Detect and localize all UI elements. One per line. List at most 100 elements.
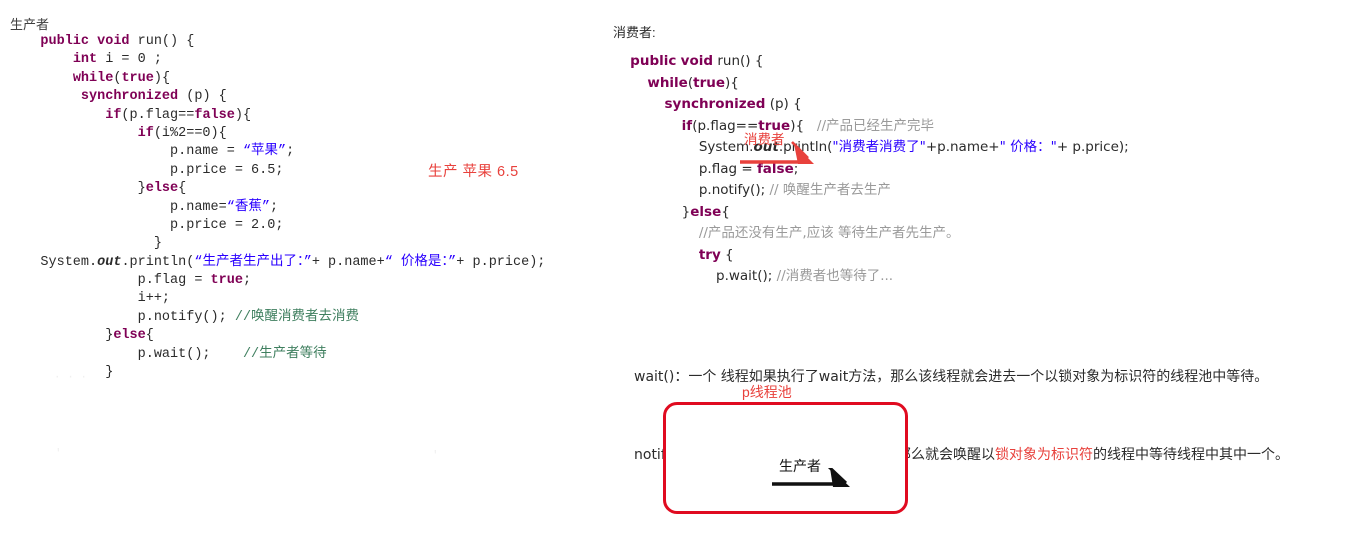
code-line: p.flag = true; [8, 272, 545, 290]
code-token: while [72, 70, 114, 86]
code-line: p.flag = false; [613, 159, 1129, 181]
code-line: i++; [8, 290, 545, 308]
code-token: ; [269, 199, 279, 215]
code-line: System.out.println("消费者消费了"+p.name+" 价格：… [613, 137, 1129, 159]
code-token: } [137, 181, 146, 197]
code-token: if [105, 107, 122, 123]
code-token: } [153, 236, 162, 252]
code-token: + p.name+ [311, 254, 385, 270]
code-token: “ 价格是：” [384, 254, 457, 270]
code-token: " 价格：" [999, 139, 1057, 155]
code-token: if [681, 117, 693, 134]
code-token: System. [40, 254, 98, 270]
code-token: if [137, 125, 154, 141]
code-token: (p) { [765, 96, 802, 112]
produce-annotation: 生产 苹果 6.5 [428, 164, 519, 180]
ellipsis-marker: · · · [54, 372, 88, 384]
code-token: p.notify(); [137, 309, 235, 325]
producer-section-title: 生产者 [10, 17, 50, 32]
code-token: i++; [137, 291, 171, 307]
code-token: //产品还没有生产,应该 等待生产者先生产。 [698, 225, 960, 241]
code-line: p.name=“香蕉”; [8, 199, 545, 217]
code-token: ; [242, 273, 252, 289]
code-token: else [113, 328, 146, 344]
code-token: int [72, 52, 98, 68]
code-token: p.flag = [137, 273, 211, 289]
code-line: p.wait(); //生产者等待 [8, 346, 545, 364]
code-token: { [178, 181, 187, 197]
code-token: true [121, 70, 154, 86]
code-token: void [97, 34, 130, 49]
code-line: System.out.println(“生产者生产出了：”+ p.name+“ … [8, 254, 545, 272]
code-token: synchronized [80, 89, 179, 105]
code-token: { [720, 246, 734, 263]
code-token: p.name = [170, 144, 243, 160]
code-line: while(true){ [8, 70, 545, 88]
code-token: while [647, 74, 688, 91]
code-line: }else{ [8, 327, 545, 345]
code-line: synchronized (p) { [8, 88, 545, 106]
code-line: } [8, 364, 545, 382]
code-token: false [194, 107, 235, 123]
code-line: p.price = 2.0; [8, 217, 545, 235]
code-line: }else{ [613, 202, 1129, 224]
code-line: int i = 0 ; [8, 51, 545, 69]
code-token: { [721, 203, 730, 220]
code-token: void [680, 53, 714, 69]
code-line: }else{ [8, 180, 545, 198]
pool-thread-arrow-icon [772, 468, 850, 487]
consumer-code-block: public void run() { while(true){ synchro… [613, 51, 1129, 288]
code-token: //生产者等待 [242, 346, 327, 362]
code-token: ){ [153, 70, 171, 86]
code-token: + p.price); [456, 254, 546, 270]
explanation-notify-b: 的线程中等待线程中其中一个。 [1092, 447, 1289, 463]
code-token: ){ [725, 74, 739, 91]
code-line: p.notify(); // 唤醒生产者去生产 [613, 180, 1129, 202]
code-token: //消费者也等待了... [776, 268, 894, 284]
code-token: else [145, 181, 179, 197]
code-line: if(i%2==0){ [8, 125, 545, 143]
code-line: synchronized (p) { [613, 94, 1129, 116]
code-token: ; [286, 144, 295, 160]
code-token: p.price = 2.0; [170, 217, 284, 233]
code-token: } [681, 203, 691, 220]
code-token: p.wait(); [716, 268, 777, 284]
code-token: (i%2==0){ [153, 125, 227, 141]
code-line: } [8, 235, 545, 253]
code-token: out [97, 254, 122, 270]
explanation-line-wait: wait()：一个 线程如果执行了wait方法，那么该线程就会进去一个以锁对象为… [634, 369, 1269, 385]
code-line: p.notify(); //唤醒消费者去消费 [8, 309, 545, 327]
code-token: try [698, 246, 721, 263]
code-token: synchronized [664, 96, 766, 112]
code-token: p.name= [170, 199, 227, 215]
code-token: .println( [121, 254, 195, 270]
code-line: public void run() { [613, 51, 1129, 73]
code-token: (p.flag== [121, 107, 195, 123]
code-token: p.price = 6.5; [170, 162, 284, 178]
code-token: true [693, 74, 726, 91]
code-token: ){ [234, 107, 252, 123]
code-token: ){ [790, 117, 817, 134]
code-token: run() { [713, 53, 764, 69]
explanation-notify-highlight: 锁对象为标识符 [994, 447, 1093, 463]
consumer-section-title: 消费者: [613, 25, 656, 40]
